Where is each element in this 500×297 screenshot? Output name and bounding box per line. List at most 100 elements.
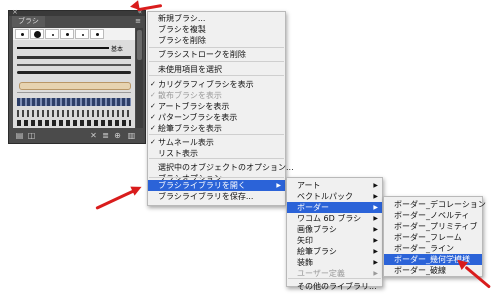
- menu-separator: [149, 47, 284, 48]
- chevron-right-icon: ▶: [373, 248, 378, 255]
- art-brush-stroke[interactable]: [19, 82, 131, 90]
- menu3-item[interactable]: ボーダー_ライン: [384, 243, 482, 254]
- menu-item-label: 選択中のオブジェクトのオプション...: [158, 163, 294, 172]
- menu-item-label: 絵筆ブラシを表示: [158, 124, 222, 133]
- calligraphic-brush[interactable]: [60, 29, 74, 39]
- art-brush-stroke[interactable]: [17, 64, 131, 66]
- menu2-item[interactable]: 装飾 ▶: [287, 257, 382, 268]
- pattern-brush-stroke[interactable]: [17, 110, 131, 117]
- chevron-right-icon: ▶: [276, 182, 281, 189]
- menu3-item[interactable]: ボーダー_幾何学模様: [384, 254, 482, 265]
- menu1-item[interactable]: サムネール表示: [148, 137, 285, 148]
- menu3-item[interactable]: ボーダー_フレーム: [384, 232, 482, 243]
- close-icon[interactable]: ×: [12, 9, 18, 16]
- menu-item-label: ボーダー: [297, 203, 329, 212]
- libraries-icon[interactable]: ◫: [27, 131, 36, 140]
- menu2-item[interactable]: アート ▶: [287, 180, 382, 191]
- menu1-item[interactable]: 絵筆ブラシを表示: [148, 123, 285, 134]
- menu1-item[interactable]: アートブラシを表示: [148, 101, 285, 112]
- menu-item-label: ボーダー_破線: [394, 266, 446, 275]
- menu1-item[interactable]: 選択中のオブジェクトのオプション...: [148, 162, 294, 173]
- calligraphic-brush[interactable]: [75, 29, 89, 39]
- menu1-item[interactable]: 新規ブラシ...: [148, 13, 285, 24]
- menu1-item[interactable]: ブラシライブラリを保存...: [148, 191, 285, 202]
- chevron-right-icon: ▶: [373, 259, 378, 266]
- calligraphic-brush[interactable]: [15, 29, 29, 39]
- menu-separator: [288, 278, 381, 279]
- chevron-right-icon: ▶: [373, 226, 378, 233]
- menu2-item[interactable]: 矢印 ▶: [287, 235, 382, 246]
- menu-item-label: ワコム 6D ブラシ: [297, 214, 362, 223]
- menu2-item[interactable]: 絵筆ブラシ ▶: [287, 246, 382, 257]
- menu1-item[interactable]: ブラシを削除: [148, 35, 285, 46]
- divider: [17, 92, 131, 93]
- tab-brushes[interactable]: ブラシ: [12, 16, 45, 27]
- art-brush-stroke[interactable]: [17, 71, 131, 74]
- chevron-right-icon: ▶: [373, 204, 378, 211]
- menu-item-label: ユーザー定義: [297, 269, 345, 278]
- menu-item-label: ボーダー_ノベルティ: [394, 211, 470, 220]
- brush-library-icon[interactable]: ▤: [15, 131, 24, 140]
- new-brush-icon[interactable]: ⊕: [113, 131, 122, 140]
- menu-item-label: 散布ブラシを表示: [158, 91, 222, 100]
- menu-item-label: ブラシライブラリを開く: [158, 181, 246, 190]
- menu-item-label: リスト表示: [158, 149, 198, 158]
- options-icon[interactable]: ≣: [101, 131, 110, 140]
- brush-list: 基本: [13, 28, 135, 128]
- pattern-brush-stroke[interactable]: [17, 120, 131, 126]
- remove-stroke-icon[interactable]: ✕: [89, 131, 98, 140]
- menu1-item[interactable]: ブラシストロークを削除: [148, 49, 285, 60]
- menu-item-label: 装飾: [297, 258, 313, 267]
- menu-item-label: ブラシを複製: [158, 25, 206, 34]
- menu2-item[interactable]: ボーダー ▶: [287, 202, 382, 213]
- menu-item-label: その他のライブラリ...: [297, 282, 377, 291]
- panel-menu-icon[interactable]: ≡: [133, 17, 143, 26]
- menu-item-label: ブラシストロークを削除: [158, 50, 246, 59]
- brushes-panel-menu: 新規ブラシ... ブラシを複製ブラシを削除ブラシストロークを削除未使用項目を選択カ…: [147, 11, 294, 206]
- panel-scrollbar[interactable]: [136, 28, 143, 128]
- brushes-panel: × « ブラシ ≡ 基本 ▤ ◫ ✕ ≣ ⊕ ▥: [8, 9, 146, 144]
- menu1-item[interactable]: ブラシを複製: [148, 24, 285, 35]
- menu-item-label: ボーダー_デコレーション: [394, 200, 486, 209]
- menu2-item[interactable]: 画像ブラシ ▶: [287, 224, 382, 235]
- menu1-item: 散布ブラシを表示: [148, 90, 285, 101]
- menu-separator: [149, 177, 284, 178]
- chevron-right-icon: ▶: [373, 215, 378, 222]
- menu-item-label: パターンブラシを表示: [158, 113, 238, 122]
- pattern-brush-stroke[interactable]: [17, 98, 131, 106]
- menu1-item[interactable]: 未使用項目を選択: [148, 64, 285, 75]
- chevron-right-icon: ▶: [373, 182, 378, 189]
- calligraphic-brush[interactable]: [90, 29, 104, 39]
- art-brush-stroke[interactable]: [17, 56, 131, 59]
- menu-separator: [149, 158, 284, 159]
- calligraphic-brush[interactable]: [45, 29, 59, 39]
- menu-item-label: アートブラシを表示: [158, 102, 230, 111]
- menu2-item[interactable]: ワコム 6D ブラシ ▶: [287, 213, 382, 224]
- menu-item-label: 矢印: [297, 236, 313, 245]
- scrollbar-thumb[interactable]: [137, 30, 142, 60]
- menu1-item[interactable]: カリグラフィブラシを表示: [148, 79, 285, 90]
- menu-item-label: ブラシを削除: [158, 36, 206, 45]
- calligraphic-brush-row: [13, 28, 135, 40]
- menu1-item[interactable]: ブラシライブラリを開く ▶: [148, 180, 285, 191]
- menu-separator: [149, 134, 284, 135]
- menu2-item[interactable]: その他のライブラリ...: [287, 281, 382, 292]
- menu-item-label: ボーダー_ライン: [394, 244, 454, 253]
- delete-icon[interactable]: ▥: [127, 131, 136, 140]
- menu3-item[interactable]: ボーダー_デコレーション: [384, 199, 486, 210]
- basic-brush-stroke[interactable]: [17, 47, 109, 49]
- menu-item-label: サムネール表示: [158, 138, 214, 147]
- basic-brush-label: 基本: [111, 46, 124, 53]
- menu3-item[interactable]: ボーダー_ノベルティ: [384, 210, 482, 221]
- menu3-item[interactable]: ボーダー_プリミティブ: [384, 221, 482, 232]
- menu1-item[interactable]: パターンブラシを表示: [148, 112, 285, 123]
- chevron-right-icon: ▶: [373, 193, 378, 200]
- calligraphic-brush[interactable]: [30, 29, 44, 39]
- menu-item-label: ベクトルパック: [297, 192, 353, 201]
- menu-item-label: 未使用項目を選択: [158, 65, 222, 74]
- menu-item-label: ボーダー_プリミティブ: [394, 222, 478, 231]
- border-library-submenu: ボーダー_デコレーション ボーダー_ノベルティ ボーダー_プリミティブ ボーダー_フレ…: [383, 196, 486, 277]
- menu-item-label: ブラシライブラリを保存...: [158, 192, 254, 201]
- menu-separator: [149, 61, 284, 62]
- menu2-item[interactable]: ベクトルパック ▶: [287, 191, 382, 202]
